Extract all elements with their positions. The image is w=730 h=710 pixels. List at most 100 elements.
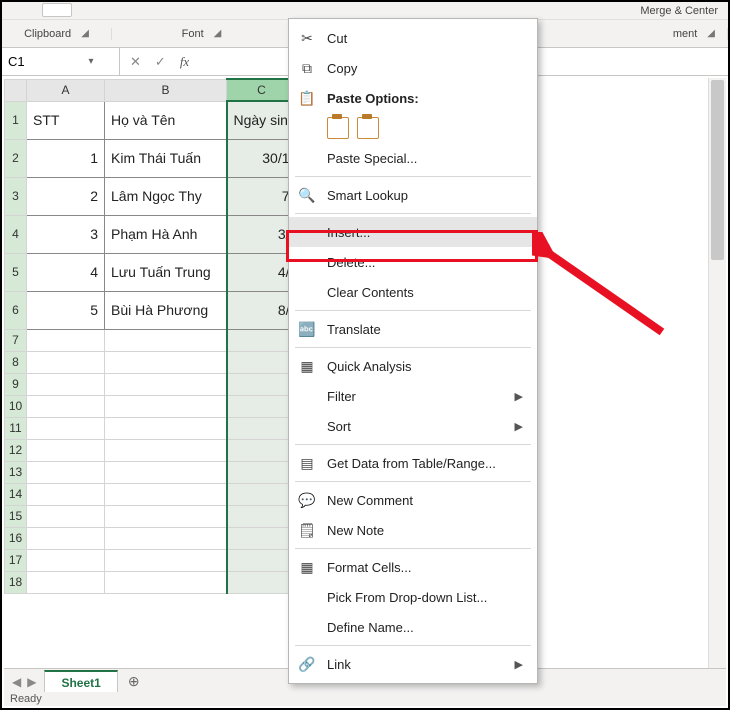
row-header[interactable]: 12 [5, 439, 27, 461]
menu-pick-from-list[interactable]: Pick From Drop-down List... [289, 582, 537, 612]
paste-option-values-icon[interactable] [357, 117, 379, 139]
cell[interactable]: 4/ [227, 253, 297, 291]
row-header[interactable]: 7 [5, 329, 27, 351]
paste-option-default-icon[interactable] [327, 117, 349, 139]
cell[interactable]: 7 [227, 177, 297, 215]
cell[interactable] [27, 505, 105, 527]
tab-nav-next-icon[interactable]: ▶ [27, 675, 36, 689]
cell[interactable] [105, 439, 227, 461]
name-box[interactable]: ▾ [2, 48, 120, 75]
cell[interactable] [27, 461, 105, 483]
cell[interactable] [105, 395, 227, 417]
cell[interactable]: 8/ [227, 291, 297, 329]
cell[interactable] [27, 439, 105, 461]
cell[interactable] [105, 461, 227, 483]
col-header-B[interactable]: B [105, 79, 227, 101]
cell[interactable] [27, 395, 105, 417]
chevron-down-icon[interactable]: ▾ [82, 56, 100, 67]
col-header-A[interactable]: A [27, 79, 105, 101]
cell[interactable] [227, 549, 297, 571]
menu-filter[interactable]: Filter ▶ [289, 381, 537, 411]
row-header[interactable]: 2 [5, 139, 27, 177]
cell[interactable]: 1 [27, 139, 105, 177]
tab-nav-prev-icon[interactable]: ◀ [12, 675, 21, 689]
menu-new-comment[interactable]: 💬 New Comment [289, 485, 537, 515]
menu-link[interactable]: 🔗 Link ▶ [289, 649, 537, 679]
cell[interactable]: 2 [27, 177, 105, 215]
cell[interactable] [105, 483, 227, 505]
cell[interactable] [227, 373, 297, 395]
menu-paste-special[interactable]: Paste Special... [289, 143, 537, 173]
cell[interactable] [105, 417, 227, 439]
row-header[interactable]: 18 [5, 571, 27, 593]
cell[interactable]: Lâm Ngọc Thy [105, 177, 227, 215]
cell[interactable] [105, 527, 227, 549]
vertical-scrollbar[interactable] [708, 78, 726, 676]
cell[interactable] [27, 373, 105, 395]
row-header[interactable]: 10 [5, 395, 27, 417]
cell[interactable] [105, 505, 227, 527]
cell[interactable] [227, 417, 297, 439]
col-header-C[interactable]: C [227, 79, 297, 101]
menu-copy[interactable]: ⧉ Copy [289, 53, 537, 83]
cell[interactable] [27, 417, 105, 439]
cell[interactable] [105, 571, 227, 593]
fx-icon[interactable]: fx [180, 54, 189, 70]
add-sheet-button[interactable]: ⊕ [118, 673, 150, 690]
cell[interactable]: Kim Thái Tuấn [105, 139, 227, 177]
cell[interactable] [227, 571, 297, 593]
accept-icon[interactable]: ✓ [155, 54, 166, 70]
cell[interactable]: Phạm Hà Anh [105, 215, 227, 253]
cell[interactable] [27, 571, 105, 593]
cell[interactable] [227, 329, 297, 351]
dialog-launcher-icon[interactable]: ◢ [707, 28, 715, 39]
menu-new-note[interactable]: 🗒 New Note [289, 515, 537, 545]
ribbon-button-fragment[interactable] [42, 3, 72, 17]
cell[interactable] [105, 329, 227, 351]
sheet-tab-active[interactable]: Sheet1 [44, 670, 117, 694]
cell[interactable] [27, 329, 105, 351]
menu-format-cells[interactable]: ▦ Format Cells... [289, 552, 537, 582]
cell[interactable]: Họ và Tên [105, 101, 227, 139]
dialog-launcher-icon[interactable]: ◢ [81, 28, 89, 39]
row-header[interactable]: 5 [5, 253, 27, 291]
cell[interactable]: 5 [27, 291, 105, 329]
menu-sort[interactable]: Sort ▶ [289, 411, 537, 441]
select-all-corner[interactable] [5, 79, 27, 101]
menu-translate[interactable]: 🔤 Translate [289, 314, 537, 344]
row-header[interactable]: 3 [5, 177, 27, 215]
row-header[interactable]: 8 [5, 351, 27, 373]
cell[interactable]: Bùi Hà Phương [105, 291, 227, 329]
row-header[interactable]: 11 [5, 417, 27, 439]
row-header[interactable]: 9 [5, 373, 27, 395]
row-header[interactable]: 15 [5, 505, 27, 527]
cell[interactable]: Ngày sin [227, 101, 297, 139]
cell[interactable]: 3 [27, 215, 105, 253]
cell[interactable] [227, 351, 297, 373]
cell[interactable]: Lưu Tuấn Trung [105, 253, 227, 291]
menu-smart-lookup[interactable]: 🔍 Smart Lookup [289, 180, 537, 210]
row-header[interactable]: 14 [5, 483, 27, 505]
cell[interactable] [27, 549, 105, 571]
menu-delete[interactable]: Delete... [289, 247, 537, 277]
cell[interactable] [227, 505, 297, 527]
cell[interactable] [105, 351, 227, 373]
scroll-thumb[interactable] [711, 80, 724, 260]
name-box-input[interactable] [2, 51, 82, 72]
menu-quick-analysis[interactable]: ▦ Quick Analysis [289, 351, 537, 381]
cell[interactable] [27, 483, 105, 505]
menu-insert[interactable]: Insert... [289, 217, 537, 247]
cell[interactable] [105, 373, 227, 395]
row-header[interactable]: 13 [5, 461, 27, 483]
row-header[interactable]: 17 [5, 549, 27, 571]
cell[interactable]: 30/1 [227, 139, 297, 177]
cell[interactable] [227, 527, 297, 549]
dialog-launcher-icon[interactable]: ◢ [214, 28, 222, 39]
cell[interactable] [227, 461, 297, 483]
cell[interactable] [105, 549, 227, 571]
cell[interactable] [27, 527, 105, 549]
cell[interactable]: 3/ [227, 215, 297, 253]
cell[interactable] [27, 351, 105, 373]
row-header[interactable]: 16 [5, 527, 27, 549]
cell[interactable] [227, 483, 297, 505]
